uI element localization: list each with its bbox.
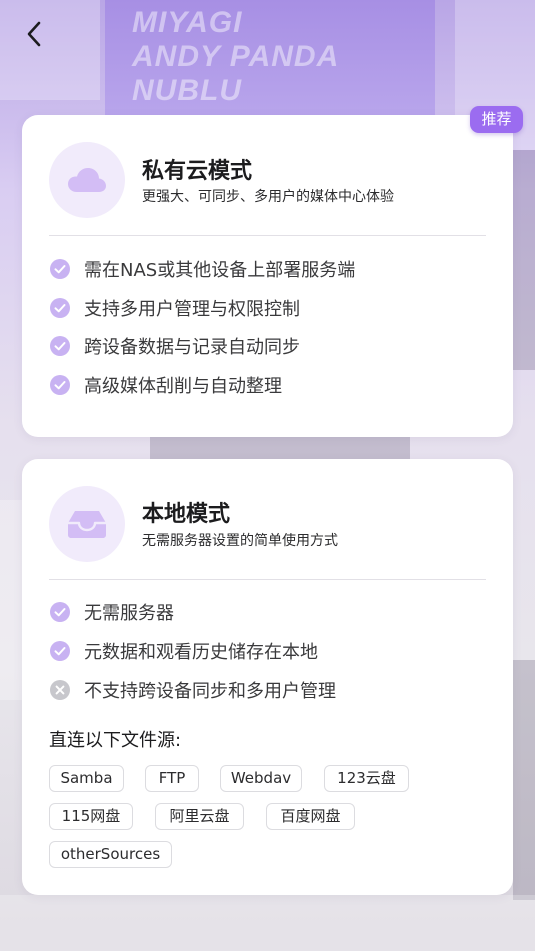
divider bbox=[49, 235, 486, 236]
source-chip-other[interactable]: otherSources bbox=[49, 841, 172, 868]
cloud-icon-circle bbox=[49, 142, 125, 218]
feature-text: 无需服务器 bbox=[84, 603, 174, 624]
local-mode-title: 本地模式 bbox=[142, 502, 231, 527]
source-chip-aliyun[interactable]: 阿里云盘 bbox=[155, 803, 244, 830]
check-icon bbox=[50, 375, 70, 395]
feature-text: 跨设备数据与记录自动同步 bbox=[84, 337, 300, 358]
source-chip-123pan[interactable]: 123云盘 bbox=[324, 765, 409, 792]
check-icon bbox=[50, 602, 70, 622]
background-tile bbox=[150, 437, 410, 459]
check-icon bbox=[50, 641, 70, 661]
cloud-mode-card[interactable]: 私有云模式 更强大、可同步、多用户的媒体中心体验 需在NAS或其他设备上部署服务… bbox=[22, 115, 513, 437]
check-icon bbox=[50, 298, 70, 318]
divider bbox=[49, 579, 486, 580]
inbox-icon-circle bbox=[49, 486, 125, 562]
feature-text: 高级媒体刮削与自动整理 bbox=[84, 376, 282, 397]
cross-icon bbox=[50, 680, 70, 700]
background-tile bbox=[513, 150, 535, 370]
inbox-icon bbox=[68, 511, 106, 538]
background-tile bbox=[513, 660, 535, 900]
source-chip-baidu[interactable]: 百度网盘 bbox=[266, 803, 355, 830]
feature-item: 元数据和观看历史储存在本地 bbox=[50, 638, 318, 664]
source-chip-115pan[interactable]: 115网盘 bbox=[49, 803, 133, 830]
feature-item: 跨设备数据与记录自动同步 bbox=[50, 333, 300, 359]
background-tile bbox=[0, 895, 535, 951]
local-mode-subtitle: 无需服务器设置的简单使用方式 bbox=[142, 533, 338, 549]
chevron-left-icon bbox=[27, 21, 41, 47]
feature-item: 不支持跨设备同步和多用户管理 bbox=[50, 677, 336, 703]
sources-title: 直连以下文件源: bbox=[49, 730, 182, 751]
background-poster-text: MIYAGI ANDY PANDA NUBLU bbox=[132, 6, 340, 107]
source-chip-webdav[interactable]: Webdav bbox=[220, 765, 302, 792]
background-tile bbox=[0, 500, 22, 700]
local-mode-card[interactable]: 本地模式 无需服务器设置的简单使用方式 无需服务器 元数据和观看历史储存在本地 … bbox=[22, 459, 513, 895]
feature-text: 元数据和观看历史储存在本地 bbox=[84, 642, 318, 663]
feature-item: 高级媒体刮削与自动整理 bbox=[50, 372, 282, 398]
recommended-badge: 推荐 bbox=[470, 106, 523, 133]
cloud-mode-title: 私有云模式 bbox=[142, 159, 253, 184]
check-icon bbox=[50, 259, 70, 279]
source-chip-samba[interactable]: Samba bbox=[49, 765, 124, 792]
feature-item: 支持多用户管理与权限控制 bbox=[50, 295, 300, 321]
source-chip-ftp[interactable]: FTP bbox=[145, 765, 199, 792]
cloud-mode-subtitle: 更强大、可同步、多用户的媒体中心体验 bbox=[142, 189, 394, 205]
back-button[interactable] bbox=[14, 14, 54, 54]
feature-item: 需在NAS或其他设备上部署服务端 bbox=[50, 256, 355, 282]
feature-text: 需在NAS或其他设备上部署服务端 bbox=[84, 260, 356, 281]
check-icon bbox=[50, 336, 70, 356]
feature-text: 不支持跨设备同步和多用户管理 bbox=[84, 681, 336, 702]
feature-text: 支持多用户管理与权限控制 bbox=[84, 299, 300, 320]
feature-item: 无需服务器 bbox=[50, 599, 174, 625]
cloud-icon bbox=[68, 168, 106, 192]
